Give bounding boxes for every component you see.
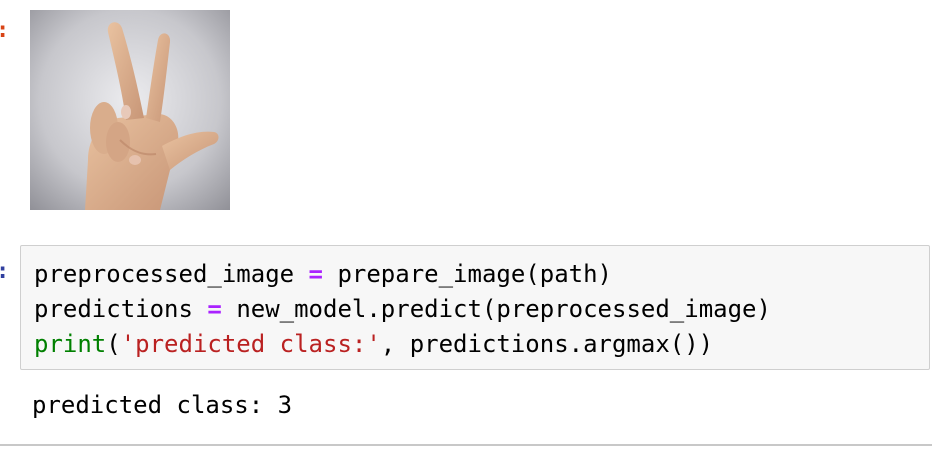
variable-preprocessed-image: preprocessed_image — [34, 260, 295, 288]
open-paren: ( — [106, 330, 121, 358]
builtin-print: print — [34, 330, 107, 358]
call-prepare-image: prepare_image(path) — [337, 260, 612, 288]
code-cell-editor[interactable]: preprocessed_image = prepare_image(path)… — [20, 245, 930, 370]
assign-operator: = — [308, 260, 323, 288]
cell-divider — [0, 444, 932, 446]
code-line-2: predictions = new_model.predict(preproce… — [34, 297, 771, 321]
cell-output-text: predicted class: 3 — [32, 391, 293, 419]
input-prompt-marker: : — [0, 261, 9, 283]
call-model-predict: new_model.predict(preprocessed_image) — [236, 295, 771, 323]
call-argmax: , predictions.argmax()) — [380, 330, 714, 358]
string-literal: 'predicted class:' — [120, 330, 381, 358]
hand-gesture-image — [30, 10, 230, 210]
code-line-1: preprocessed_image = prepare_image(path) — [34, 262, 612, 286]
variable-predictions: predictions — [34, 295, 193, 323]
assign-operator: = — [207, 295, 222, 323]
code-line-3: print('predicted class:', predictions.ar… — [34, 332, 713, 356]
output-prompt-marker: : — [0, 20, 9, 42]
